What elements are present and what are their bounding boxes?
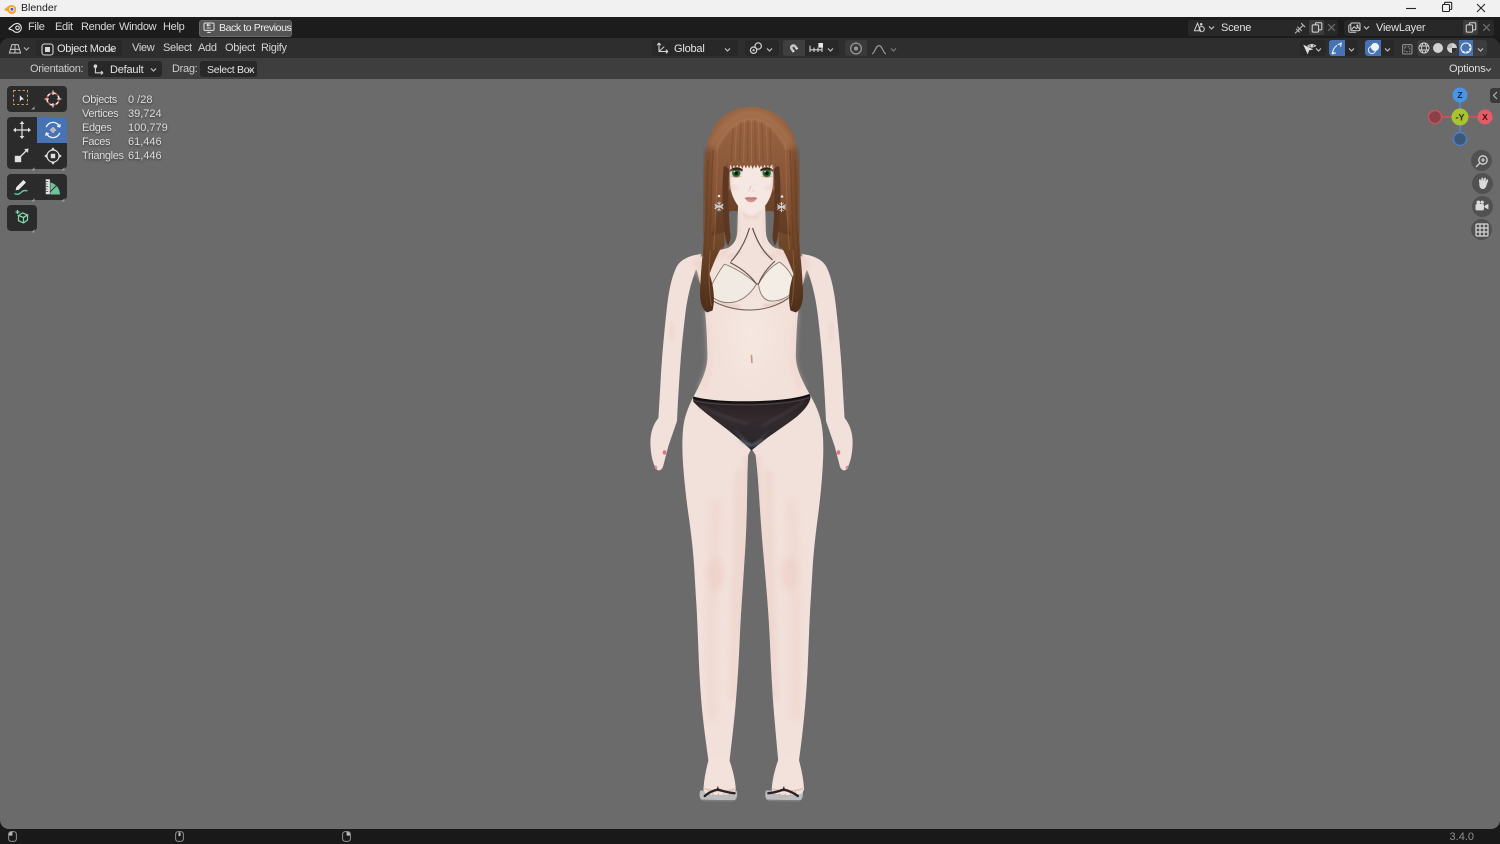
svg-text:X: X [1482, 112, 1488, 122]
svg-text:-Y: -Y [1456, 113, 1465, 123]
svg-text:Z: Z [1457, 90, 1462, 100]
